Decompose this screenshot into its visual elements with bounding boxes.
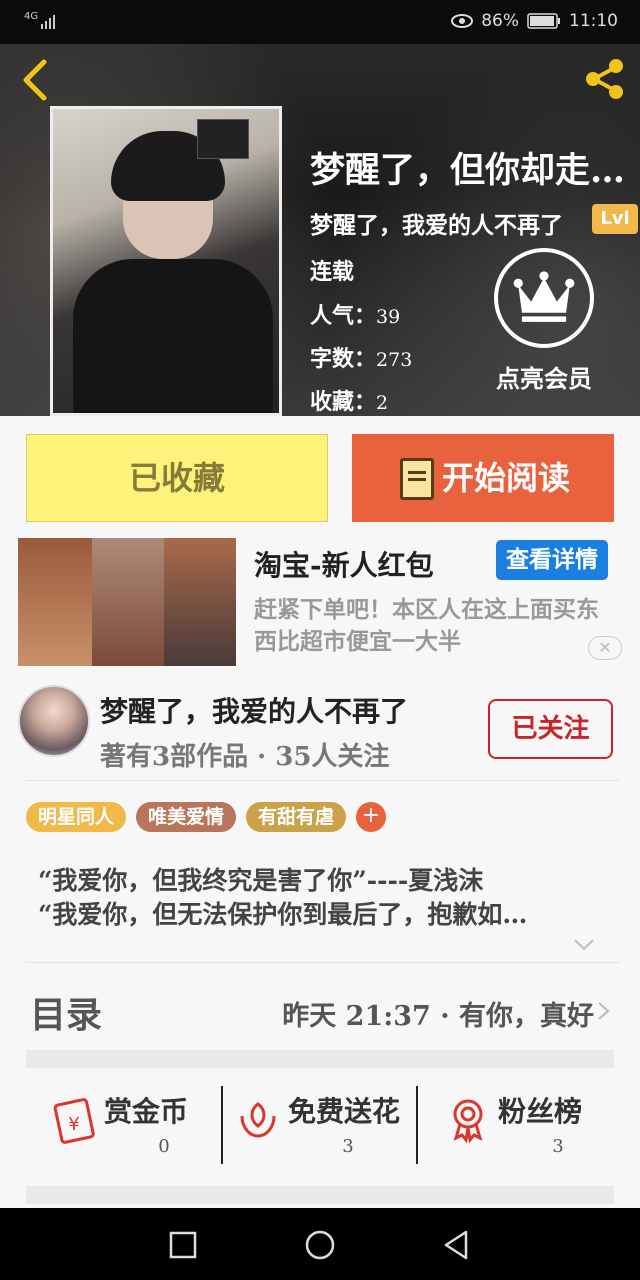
- ad-close-button[interactable]: ✕: [588, 636, 622, 660]
- toc-label: 目录: [30, 994, 103, 1036]
- book-header: 梦醒了，但你却走… 梦醒了，我爱的人不再了 Lvl 连载 人气：39 字数：27…: [0, 44, 640, 416]
- eye-comfort-icon: [451, 14, 474, 28]
- fan-ranking-count: 3: [552, 1136, 564, 1157]
- divider: [221, 1086, 223, 1164]
- back-button[interactable]: [18, 58, 54, 102]
- table-of-contents-row[interactable]: 目录 昨天 21:37 · 有你，真好: [0, 980, 640, 1042]
- ad-title[interactable]: 淘宝-新人红包: [254, 544, 434, 584]
- send-flower-count: 3: [342, 1136, 354, 1157]
- flower-icon: [240, 1102, 276, 1138]
- author-name[interactable]: 梦醒了，我爱的人不再了: [100, 690, 408, 730]
- add-tag-button[interactable]: +: [356, 802, 386, 832]
- word-count-value: 273: [376, 349, 413, 371]
- popularity-row: 人气：39: [310, 298, 400, 330]
- chevron-down-icon[interactable]: [572, 934, 596, 954]
- chevron-right-icon: [598, 1002, 610, 1020]
- battery-percent: 86%: [481, 11, 519, 31]
- fan-ranking-button[interactable]: 粉丝榜 3: [444, 1086, 634, 1166]
- share-button[interactable]: [582, 56, 628, 102]
- divider: [26, 962, 620, 963]
- favorites-row: 收藏：2: [310, 384, 388, 416]
- author-level-badge: Lvl: [592, 204, 638, 234]
- divider: [416, 1086, 418, 1164]
- crown-icon[interactable]: [494, 248, 594, 348]
- popularity-label: 人气：: [310, 303, 377, 329]
- author-avatar[interactable]: [18, 685, 90, 757]
- book-cover-image[interactable]: [50, 106, 282, 416]
- intro-line: “我爱你，但无法保护你到最后了，抱歉如…: [38, 900, 528, 929]
- cover-figure: [73, 259, 273, 413]
- latest-chapter: 昨天 21:37 · 有你，真好: [282, 1001, 594, 1032]
- ad-image[interactable]: [18, 538, 236, 666]
- word-count-label: 字数：: [310, 346, 377, 372]
- cover-sign: [197, 119, 249, 159]
- ad-photo-1: [18, 538, 92, 666]
- send-flower-label: 免费送花: [288, 1095, 401, 1128]
- medal-icon: [453, 1099, 483, 1144]
- ad-photo-3: [164, 538, 236, 666]
- favorites-label: 收藏：: [310, 389, 377, 415]
- send-flower-button[interactable]: 免费送花 3: [234, 1086, 424, 1166]
- favorites-value: 2: [376, 392, 389, 414]
- word-count-row: 字数：273: [310, 341, 412, 373]
- divider: [26, 780, 620, 781]
- recent-apps-button[interactable]: [166, 1228, 200, 1262]
- author-stats: 著有3部作品 · 35人关注: [100, 742, 390, 772]
- book-intro[interactable]: “我爱你，但我终究是害了你”----夏浅沫 “我爱你，但无法保护你到最后了，抱歉…: [38, 864, 618, 932]
- network-type: 4G: [24, 11, 39, 22]
- ad-details-button[interactable]: 查看详情: [496, 540, 608, 580]
- battery-icon: [527, 13, 560, 29]
- followed-button[interactable]: 已关注: [488, 699, 613, 759]
- popularity-value: 39: [376, 306, 401, 328]
- ad-description[interactable]: 赶紧下单吧！本区人在这上面买东西比超市便宜一大半: [254, 594, 614, 658]
- book-status: 连载: [310, 259, 355, 285]
- fan-ranking-label: 粉丝榜: [498, 1095, 583, 1128]
- book-title: 梦醒了，但你却走…: [310, 150, 626, 191]
- status-bar: 4G 86% 11:10: [0, 0, 640, 44]
- section-band: [26, 1050, 614, 1068]
- tag-2[interactable]: 唯美爱情: [136, 802, 236, 832]
- reward-coins-count: 0: [158, 1136, 170, 1157]
- system-nav-bar: [0, 1208, 640, 1280]
- signal-icon: [41, 15, 55, 29]
- red-envelope-yen-icon: ¥: [53, 1098, 95, 1144]
- intro-line: “我爱你，但我终究是害了你”----夏浅沫: [38, 866, 484, 895]
- reward-coins-label: 赏金币: [104, 1095, 189, 1128]
- tag-1[interactable]: 明星同人: [26, 802, 126, 832]
- start-reading-button[interactable]: 开始阅读: [352, 434, 614, 522]
- reward-coins-button[interactable]: ¥ 赏金币 0: [50, 1086, 240, 1166]
- tag-3[interactable]: 有甜有虐: [246, 802, 346, 832]
- book-icon: [400, 458, 434, 500]
- book-author[interactable]: 梦醒了，我爱的人不再了: [310, 206, 563, 240]
- ad-photo-2: [92, 538, 164, 666]
- clock: 11:10: [569, 11, 618, 31]
- home-button[interactable]: [303, 1228, 337, 1262]
- section-band: [26, 1186, 614, 1204]
- back-nav-button[interactable]: [440, 1228, 474, 1262]
- vip-label[interactable]: 点亮会员: [484, 359, 604, 394]
- favorited-button[interactable]: 已收藏: [26, 434, 328, 522]
- start-reading-label: 开始阅读: [442, 459, 571, 497]
- svg-text:¥: ¥: [68, 1114, 79, 1135]
